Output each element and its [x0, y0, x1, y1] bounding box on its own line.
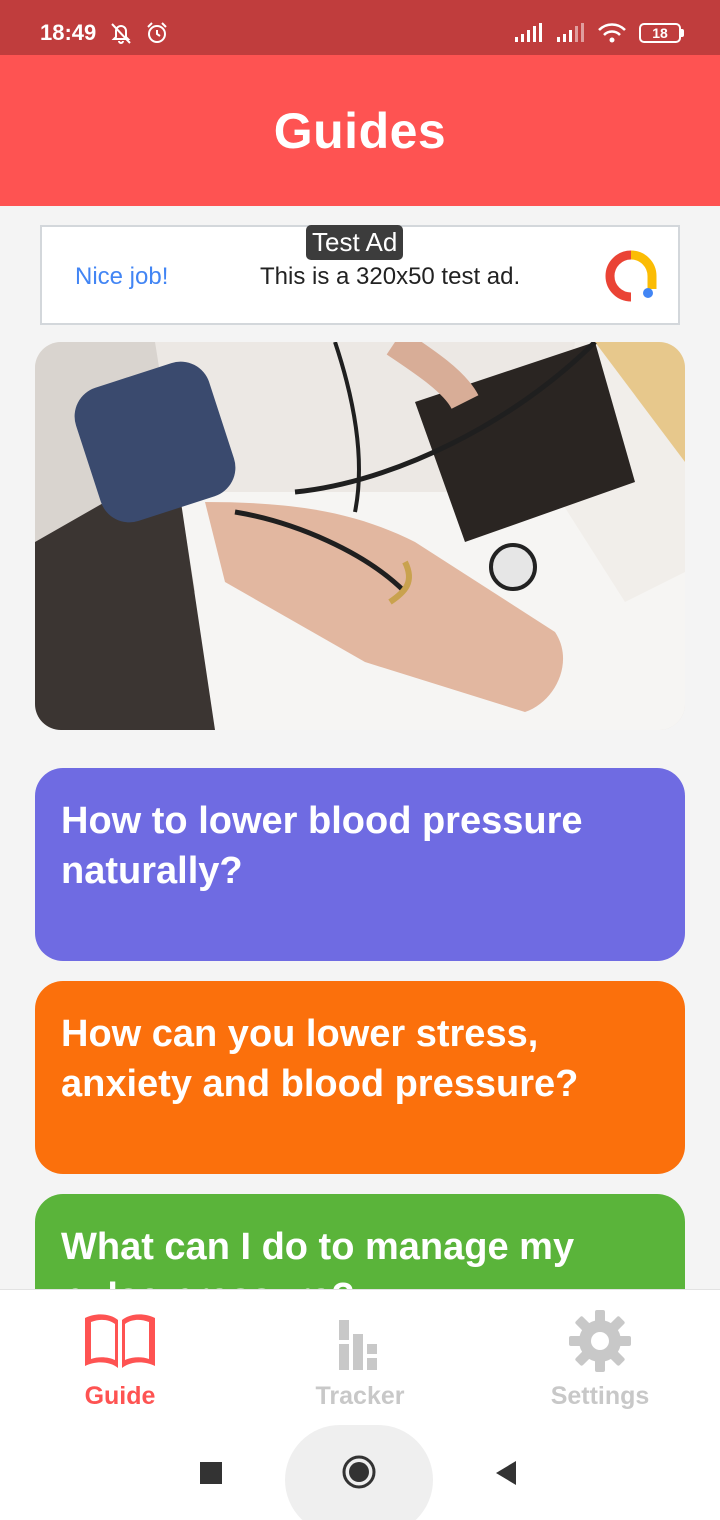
nav-label-settings: Settings — [550, 1382, 650, 1410]
test-ad-tag: Test Ad — [306, 225, 404, 260]
guide-card-title: How can you lower stress, anxiety and bl… — [61, 1013, 579, 1105]
nav-label-guide: Guide — [84, 1382, 156, 1410]
ad-headline[interactable]: Nice job! — [75, 263, 168, 291]
guide-card-title: How to lower blood pressure naturally? — [61, 800, 583, 892]
wifi-icon — [598, 23, 626, 43]
back-triangle-icon[interactable] — [494, 1460, 518, 1486]
status-time: 18:49 — [40, 20, 97, 45]
page-title: Guides — [273, 102, 447, 159]
home-circle-icon[interactable] — [341, 1454, 377, 1490]
hero-image — [35, 342, 685, 730]
ad-body-text[interactable]: This is a 320x50 test ad. — [260, 263, 520, 291]
gear-icon — [569, 1310, 631, 1372]
ad-banner[interactable]: Test Ad Nice job! This is a 320x50 test … — [40, 225, 680, 325]
chart-icon — [339, 1320, 377, 1370]
battery-icon: 18 — [639, 23, 684, 43]
book-icon — [85, 1314, 155, 1368]
status-bar: 18:49 18 — [0, 0, 720, 55]
nav-item-guide[interactable]: Guide — [0, 1290, 240, 1426]
bottom-nav: Guide Tracker Settings — [0, 1289, 720, 1425]
guides-scroll-area[interactable]: Test Ad Nice job! This is a 320x50 test … — [0, 206, 720, 1289]
signal-icon — [515, 23, 542, 42]
system-nav-bar — [0, 1425, 720, 1520]
guide-card-1[interactable]: How to lower blood pressure naturally? — [35, 768, 685, 961]
nav-label-tracker: Tracker — [315, 1382, 405, 1410]
recents-square-icon[interactable] — [199, 1461, 223, 1485]
ad-logo-icon — [605, 250, 657, 302]
nav-item-settings[interactable]: Settings — [480, 1290, 720, 1426]
signal-icon-2 — [557, 23, 584, 42]
guide-card-2[interactable]: How can you lower stress, anxiety and bl… — [35, 981, 685, 1174]
blood-pressure-photo — [35, 342, 685, 730]
battery-level: 18 — [639, 23, 681, 43]
alarm-icon — [147, 22, 167, 43]
bell-muted-icon — [111, 23, 131, 44]
guide-card-3[interactable]: What can I do to manage my pulse pressur… — [35, 1194, 685, 1289]
guide-card-title: What can I do to manage my pulse pressur… — [61, 1226, 575, 1289]
app-header: Guides — [0, 55, 720, 206]
nav-item-tracker[interactable]: Tracker — [240, 1290, 480, 1426]
